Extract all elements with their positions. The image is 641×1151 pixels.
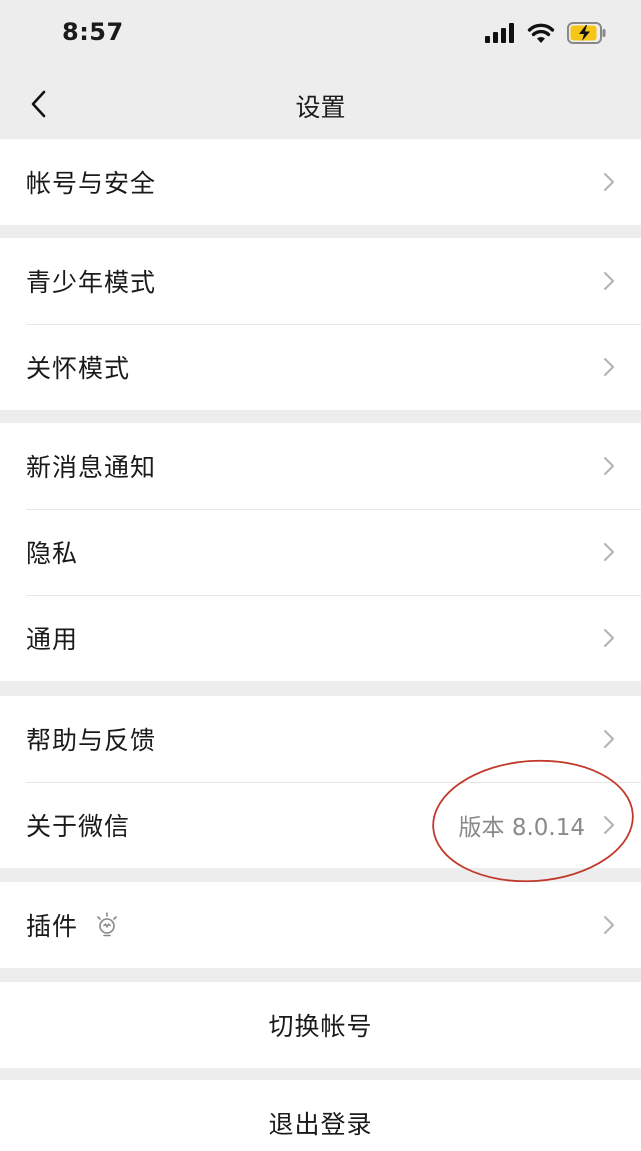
chevron-right-icon xyxy=(604,916,614,934)
wifi-icon xyxy=(527,23,555,43)
chevron-right-icon xyxy=(604,816,614,834)
row-label: 插件 xyxy=(26,912,79,941)
row-about-wechat[interactable]: 关于微信 版本 8.0.14 xyxy=(0,782,641,868)
status-bar: 8:57 xyxy=(0,0,641,70)
logout-group: 退出登录 xyxy=(0,1080,641,1151)
row-notifications[interactable]: 新消息通知 xyxy=(0,423,641,509)
settings-group-about: 帮助与反馈 关于微信 版本 8.0.14 xyxy=(0,696,641,868)
chevron-right-icon xyxy=(604,173,614,191)
row-privacy[interactable]: 隐私 xyxy=(0,509,641,595)
plugin-bulb-icon xyxy=(97,912,117,937)
page-title: 设置 xyxy=(295,93,346,122)
version-value: 版本 8.0.14 xyxy=(458,815,585,841)
settings-group-general: 新消息通知 隐私 通用 xyxy=(0,423,641,681)
logout-button[interactable]: 退出登录 xyxy=(0,1080,641,1151)
row-label: 关于微信 xyxy=(26,812,131,841)
row-label: 通用 xyxy=(26,625,79,654)
chevron-right-icon xyxy=(604,358,614,376)
settings-group-account: 帐号与安全 xyxy=(0,139,641,225)
chevron-right-icon xyxy=(604,272,614,290)
signal-icon xyxy=(485,23,514,43)
status-time: 8:57 xyxy=(62,18,124,46)
chevron-right-icon xyxy=(604,730,614,748)
battery-charging-icon xyxy=(567,22,606,44)
row-label: 隐私 xyxy=(26,539,79,568)
switch-account-group: 切换帐号 xyxy=(0,982,641,1068)
switch-account-label: 切换帐号 xyxy=(268,1012,373,1041)
status-icons xyxy=(485,22,607,44)
logout-label: 退出登录 xyxy=(268,1110,373,1139)
row-label: 新消息通知 xyxy=(26,453,157,482)
nav-bar: 设置 xyxy=(0,70,641,138)
row-plugins[interactable]: 插件 xyxy=(0,882,641,968)
row-label: 关怀模式 xyxy=(26,354,131,383)
row-help-feedback[interactable]: 帮助与反馈 xyxy=(0,696,641,782)
row-youth-mode[interactable]: 青少年模式 xyxy=(0,238,641,324)
row-care-mode[interactable]: 关怀模式 xyxy=(0,324,641,410)
row-label: 青少年模式 xyxy=(26,268,157,297)
settings-group-plugins: 插件 xyxy=(0,882,641,968)
row-account-security[interactable]: 帐号与安全 xyxy=(0,139,641,225)
row-general[interactable]: 通用 xyxy=(0,595,641,681)
row-label: 帐号与安全 xyxy=(26,169,157,198)
settings-group-modes: 青少年模式 关怀模式 xyxy=(0,238,641,410)
chevron-right-icon xyxy=(604,457,614,475)
chevron-right-icon xyxy=(604,543,614,561)
chevron-right-icon xyxy=(604,629,614,647)
row-label: 帮助与反馈 xyxy=(26,726,157,755)
switch-account-button[interactable]: 切换帐号 xyxy=(0,982,641,1068)
